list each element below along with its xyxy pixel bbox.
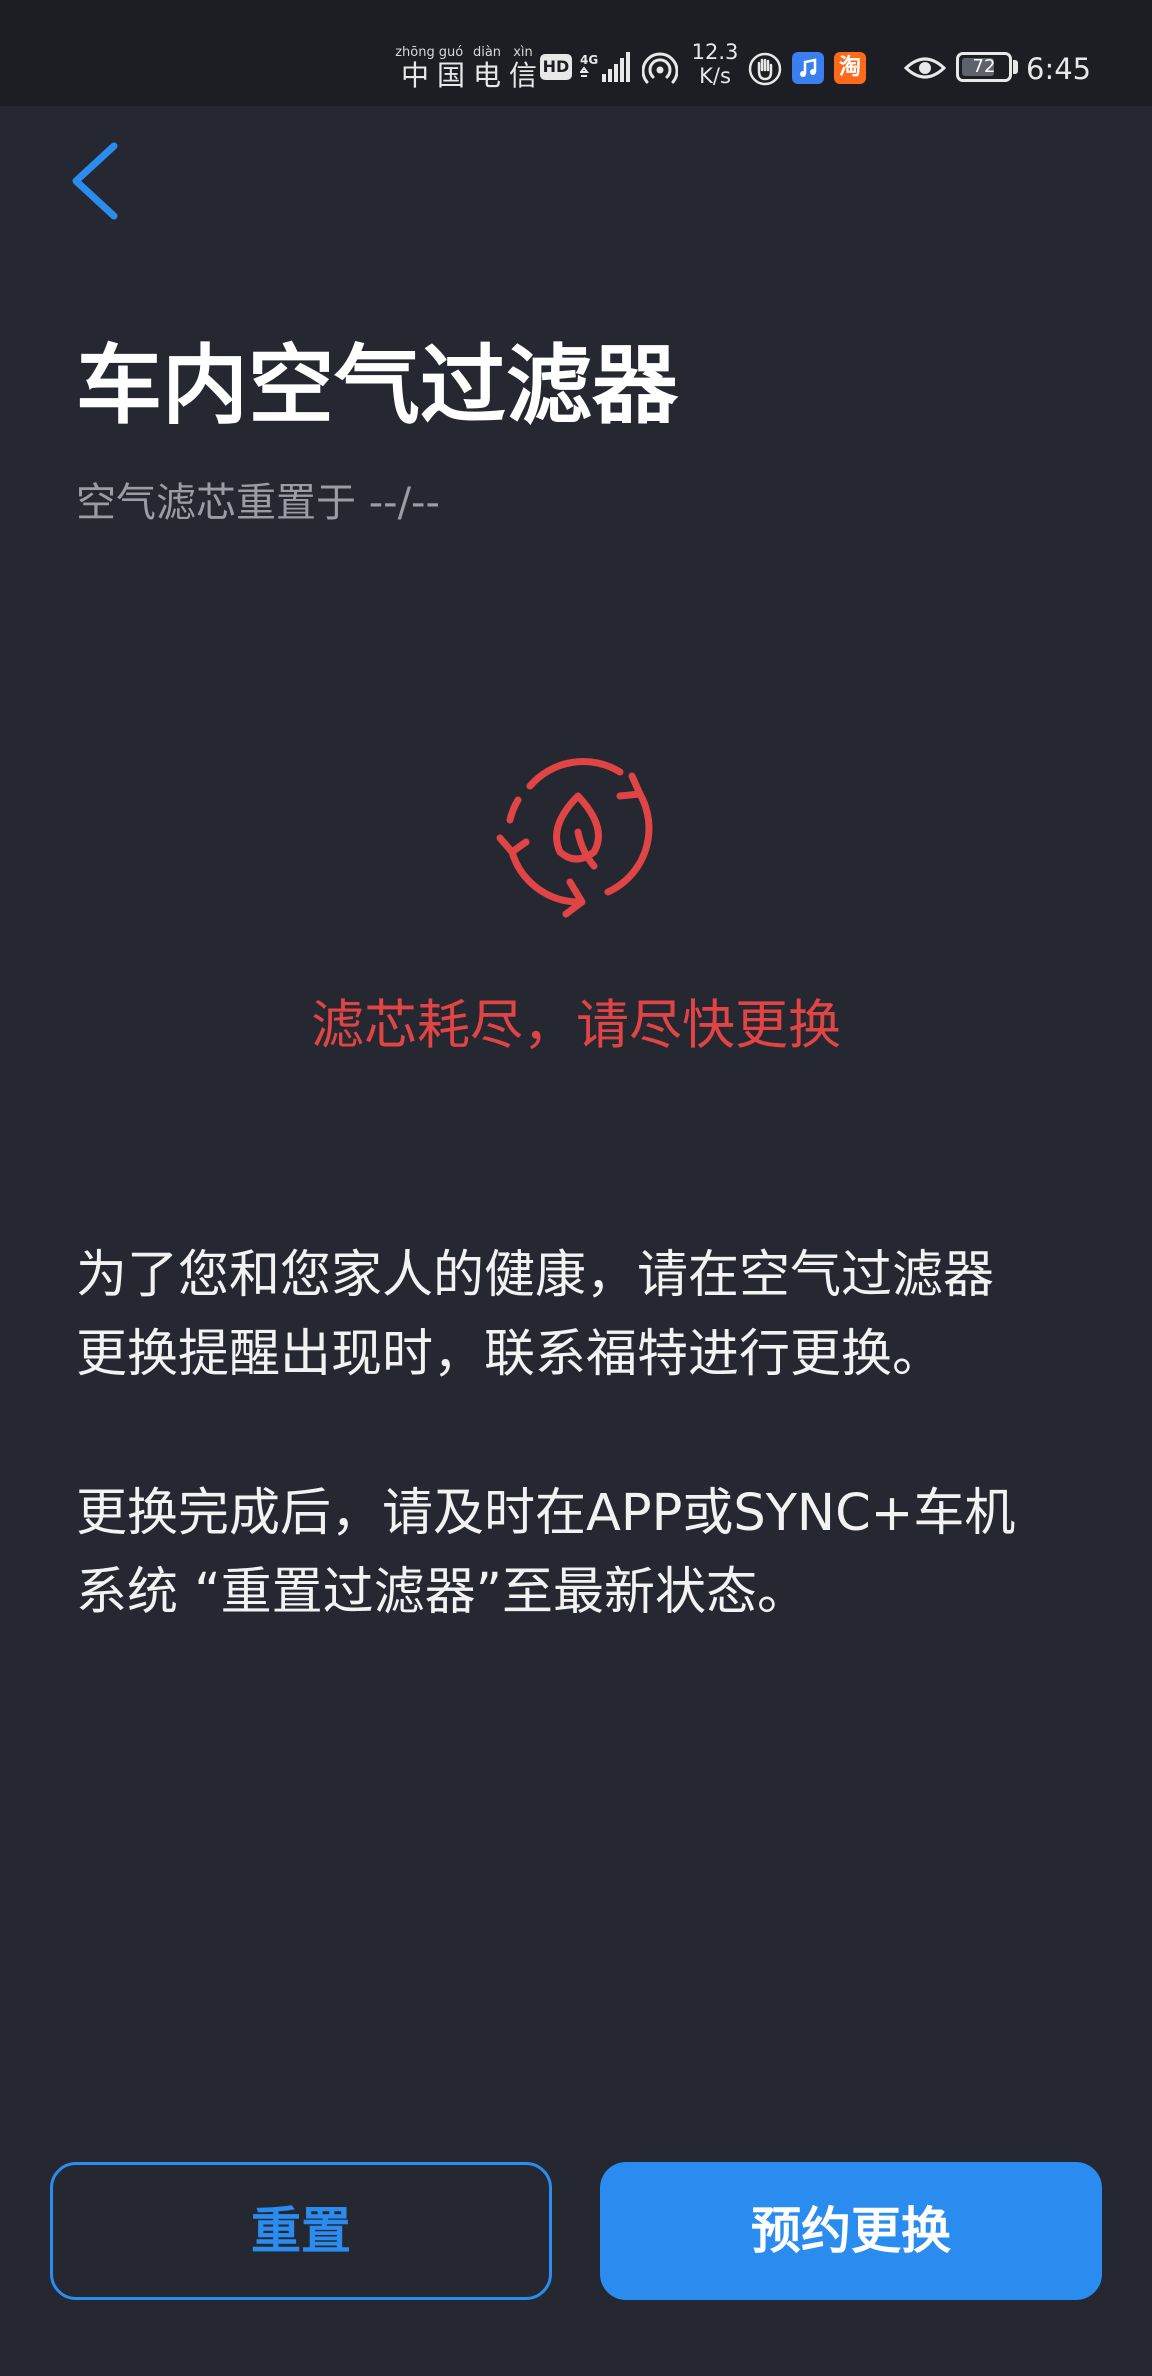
schedule-replacement-button[interactable]: 预约更换 — [600, 2162, 1102, 2300]
network-speed-value: 12.3 — [691, 40, 739, 64]
paragraph-line: 更换提醒出现时，联系福特进行更换。 — [76, 1325, 944, 1384]
carrier-char: xìn 信 — [508, 46, 538, 92]
signal-icon: 4G — [580, 52, 630, 82]
hand-icon — [748, 52, 782, 86]
network-speed: 12.3 K/s — [690, 40, 740, 88]
carrier-pinyin: xìn — [513, 45, 533, 60]
paragraph-line: 系统 “重置过滤器”至最新状态。 — [76, 1563, 809, 1622]
page-title: 车内空气过滤器 — [76, 336, 678, 436]
battery-level: 72 — [972, 56, 996, 77]
carrier-char: guó 国 — [436, 46, 466, 92]
filter-recycle-leaf-icon — [496, 758, 653, 918]
chevron-left-icon — [72, 142, 118, 220]
carrier-hanzi: 电 — [472, 59, 501, 92]
music-app-icon — [792, 52, 824, 84]
status-time: 6:45 — [1026, 52, 1092, 86]
network-speed-unit: K/s — [699, 64, 731, 88]
hotspot-icon — [642, 52, 678, 84]
carrier-hanzi: 信 — [508, 59, 537, 92]
eye-icon — [904, 57, 946, 79]
carrier-hanzi: 中 — [400, 59, 429, 92]
reset-instruction-paragraph: 更换完成后，请及时在APP或SYNC+车机 系统 “重置过滤器”至最新状态。 — [76, 1474, 1086, 1632]
taobao-label: 淘 — [838, 55, 861, 80]
reset-button[interactable]: 重置 — [50, 2162, 552, 2300]
paragraph-line: 更换完成后，请及时在APP或SYNC+车机 — [76, 1484, 1016, 1543]
carrier-char: zhōng 中 — [395, 46, 435, 92]
carrier-name: zhōng 中 guó 国 diàn 电 xìn 信 — [395, 46, 538, 92]
filter-status-message: 滤芯耗尽，请尽快更换 — [311, 995, 841, 1056]
carrier-hanzi: 国 — [436, 59, 465, 92]
network-type-label: 4G — [580, 53, 598, 67]
back-button[interactable] — [62, 136, 132, 226]
hd-icon: HD — [540, 54, 572, 80]
health-reminder-paragraph: 为了您和您家人的健康，请在空气过滤器 更换提醒出现时，联系福特进行更换。 — [76, 1236, 1086, 1394]
taobao-app-icon: 淘 — [834, 52, 866, 84]
carrier-char: diàn 电 — [472, 46, 502, 92]
status-bar: zhōng 中 guó 国 diàn 电 xìn 信 HD 4G 12.3 K/… — [0, 0, 1152, 106]
battery-tip — [1013, 60, 1018, 74]
battery-icon: 72 — [956, 52, 1012, 82]
reset-date-subtitle: 空气滤芯重置于 --/-- — [76, 480, 440, 526]
paragraph-line: 为了您和您家人的健康，请在空气过滤器 — [76, 1246, 995, 1305]
